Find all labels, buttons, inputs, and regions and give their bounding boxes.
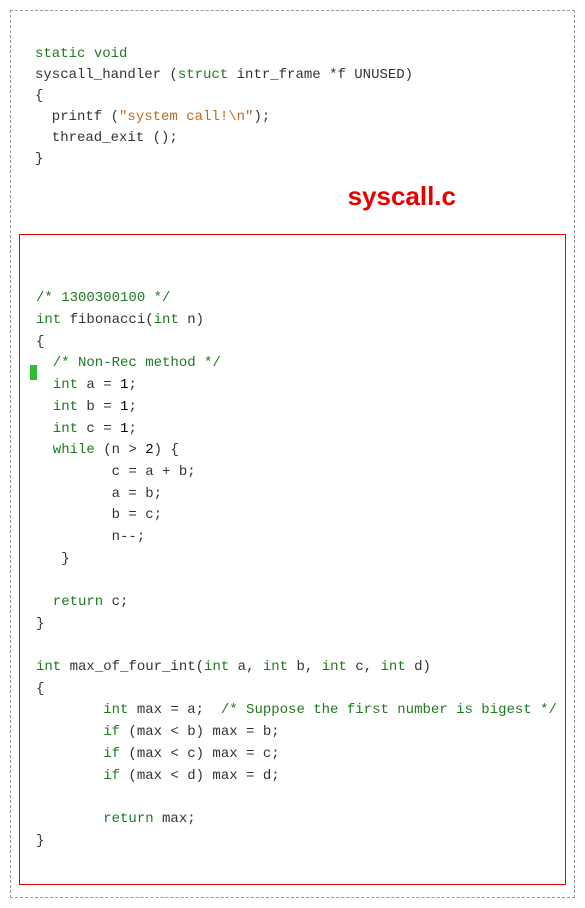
kw: struct xyxy=(178,67,228,83)
kw: int xyxy=(36,377,78,393)
text: max_of_four_int( xyxy=(61,659,204,675)
comment: /* Non-Rec method */ xyxy=(36,355,221,371)
text: { xyxy=(36,681,44,697)
text: { xyxy=(36,334,44,350)
outer-container: static void syscall_handler (struct intr… xyxy=(10,10,575,898)
text: d) xyxy=(406,659,431,675)
text: } xyxy=(36,833,44,849)
text: max; xyxy=(154,811,196,827)
text: fibonacci( xyxy=(61,312,153,328)
filename-title: syscall.c xyxy=(348,177,456,216)
kw: if xyxy=(36,746,120,762)
text: (max < d) max = d; xyxy=(120,768,280,784)
kw: return xyxy=(36,594,103,610)
kw: int xyxy=(322,659,347,675)
kw: int xyxy=(381,659,406,675)
text: n) xyxy=(179,312,204,328)
kw: int xyxy=(36,659,61,675)
kw: int xyxy=(263,659,288,675)
text: (n > xyxy=(95,442,145,458)
text: c; xyxy=(103,594,128,610)
text: c = a + b; xyxy=(36,464,196,480)
num: 2 xyxy=(145,442,153,458)
kw: int xyxy=(154,312,179,328)
text: ; xyxy=(128,399,136,415)
text: b = c; xyxy=(36,507,162,523)
kw: static xyxy=(35,46,85,62)
text: } xyxy=(36,551,70,567)
comment: /* Suppose the first number is bigest */ xyxy=(221,702,557,718)
text: intr_frame *f UNUSED) xyxy=(228,67,413,83)
text: } xyxy=(35,151,43,167)
text: a, xyxy=(229,659,263,675)
text: max = a; xyxy=(128,702,220,718)
text: } xyxy=(36,616,44,632)
code-block-top: static void syscall_handler (struct intr… xyxy=(19,19,566,216)
text: { xyxy=(35,88,43,104)
text: b, xyxy=(288,659,322,675)
kw: if xyxy=(36,768,120,784)
code-block-inner: /* 1300300100 */ int fibonacci(int n) { … xyxy=(19,234,566,885)
comment: /* 1300300100 */ xyxy=(36,290,170,306)
kw: int xyxy=(36,399,78,415)
text: ) { xyxy=(154,442,179,458)
text: printf ( xyxy=(35,109,119,125)
text: (max < c) max = c; xyxy=(120,746,280,762)
string: "system call!\n" xyxy=(119,109,253,125)
text: a = xyxy=(78,377,120,393)
text: (max < b) max = b; xyxy=(120,724,280,740)
kw: int xyxy=(36,421,78,437)
kw: int xyxy=(204,659,229,675)
text: c = xyxy=(78,421,120,437)
text: a = b; xyxy=(36,486,162,502)
kw: void xyxy=(94,46,128,62)
kw: int xyxy=(36,702,128,718)
text: b = xyxy=(78,399,120,415)
kw: while xyxy=(36,442,95,458)
text: ; xyxy=(128,421,136,437)
text: syscall_handler ( xyxy=(35,67,178,83)
kw: if xyxy=(36,724,120,740)
kw: int xyxy=(36,312,61,328)
text: c, xyxy=(347,659,381,675)
text: ); xyxy=(253,109,270,125)
diff-marker-icon xyxy=(30,365,37,380)
text: thread_exit (); xyxy=(35,130,178,146)
text: n--; xyxy=(36,529,145,545)
text: ; xyxy=(128,377,136,393)
kw: return xyxy=(36,811,154,827)
